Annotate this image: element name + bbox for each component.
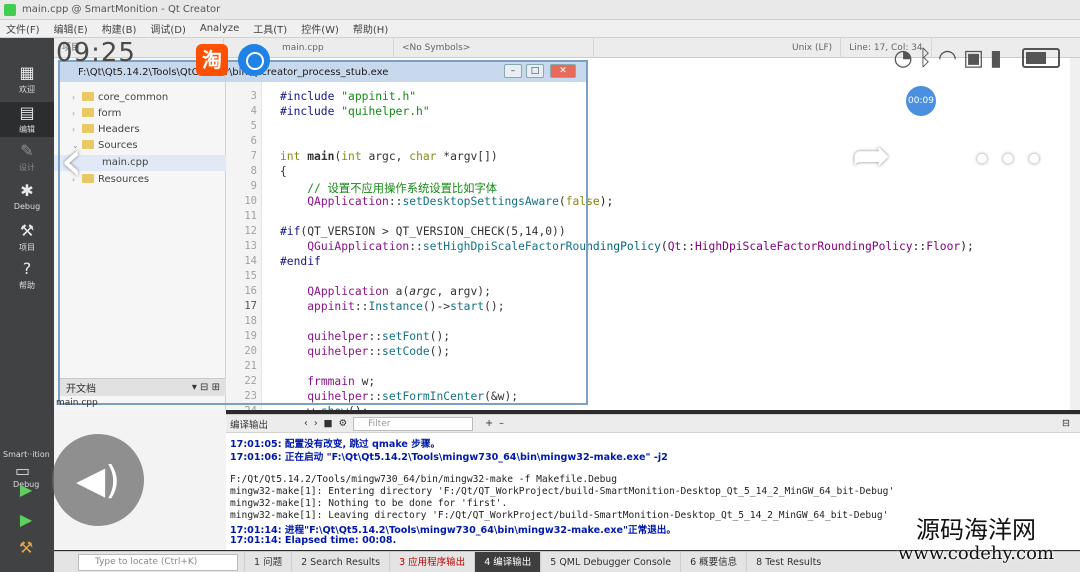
window-titlebar: main.cpp @ SmartMonition - Qt Creator	[0, 0, 1080, 20]
kit-name: Smart··ition	[3, 450, 50, 459]
line-ending[interactable]: Unix (LF)	[784, 37, 842, 58]
browser-app-icon[interactable]	[238, 44, 270, 76]
taobao-app-icon[interactable]: 淘	[196, 44, 228, 76]
mode-label: 帮助	[19, 281, 35, 290]
battery-icon	[1022, 48, 1060, 68]
mode-projects[interactable]: ⚒ 项目	[0, 222, 54, 253]
mode-label: 项目	[19, 243, 35, 252]
open-document-item[interactable]: main.cpp	[56, 398, 98, 408]
menu-edit[interactable]: 编辑(E)	[54, 21, 88, 36]
editor-scrollbar[interactable]	[1070, 58, 1080, 410]
process-window-title: F:\Qt\Qt5.14.2\Tools\QtCreator\bin\qtcre…	[78, 66, 389, 78]
mode-help[interactable]: ? 帮助	[0, 260, 54, 291]
next-icon[interactable]: ›	[314, 418, 318, 429]
output-line: mingw32-make[1]: Nothing to be done for …	[230, 498, 508, 509]
back-chevron-icon[interactable]: ‹	[60, 126, 83, 194]
tab-qml-debugger-console[interactable]: 5 QML Debugger Console	[540, 551, 680, 572]
phone-status-icons: ◔ᛒ◠▣▮	[893, 46, 1008, 71]
output-line: mingw32-make[1]: Leaving directory 'F:/Q…	[230, 510, 889, 521]
recording-timer: 00:09	[906, 86, 936, 116]
share-arrow-icon[interactable]: ➦	[852, 128, 891, 182]
monitor-icon: ▭	[15, 461, 31, 480]
menu-analyze[interactable]: Analyze	[200, 23, 239, 34]
process-stub-window[interactable]: F:\Qt\Qt5.14.2\Tools\QtCreator\bin\qtcre…	[58, 60, 588, 405]
mode-welcome[interactable]: ▦ 欢迎	[0, 64, 54, 95]
stop-icon[interactable]: ■	[324, 418, 333, 429]
tab-search-results[interactable]: 2 Search Results	[291, 551, 389, 572]
locator-input[interactable]: Type to locate (Ctrl+K)	[78, 553, 238, 571]
close-panel-icon[interactable]: ⊟	[1062, 418, 1070, 429]
bluetooth-icon: ᛒ	[918, 46, 938, 71]
tab-application-output[interactable]: 3 应用程序输出	[389, 551, 474, 572]
debug-run-icon[interactable]: ▶	[16, 510, 36, 530]
grid-icon: ▦	[19, 63, 35, 82]
gear-icon[interactable]: ⚙	[339, 418, 348, 429]
output-line: 17:01:14: 进程"F:\Qt\Qt5.14.2\Tools\mingw7…	[230, 525, 676, 536]
line-number: 24	[244, 405, 257, 410]
output-line: 17:01:05: 配置没有改变, 跳过 qmake 步骤。	[230, 439, 441, 450]
open-documents-header[interactable]: 开文档 ▾ ⊟ ⊞	[60, 378, 226, 396]
mode-label: 欢迎	[19, 85, 35, 94]
output-line: mingw32-make[1]: Entering directory 'F:/…	[230, 486, 895, 497]
mode-label: Debug	[13, 202, 41, 211]
edit-icon: ▤	[19, 103, 35, 122]
bug-icon: ✱	[20, 181, 34, 200]
watermark-title: 源码海洋网	[916, 516, 1036, 544]
filter-placeholder: Filter	[368, 418, 391, 429]
signal-icon: ▮	[989, 46, 1008, 71]
menu-file[interactable]: 文件(F)	[6, 21, 40, 36]
output-title: 编译输出	[230, 419, 269, 431]
pencil-icon: ✎	[20, 141, 34, 160]
output-line: 17:01:14: Elapsed time: 00:08.	[230, 535, 397, 546]
file-tab[interactable]: main.cpp	[274, 37, 394, 58]
phone-clock: 09:25	[56, 38, 136, 68]
menu-help[interactable]: 帮助(H)	[353, 21, 388, 36]
more-dots-icon[interactable]: •••	[972, 140, 1050, 180]
remove-icon[interactable]: –	[499, 418, 504, 429]
output-line: 17:01:06: 正在启动 "F:\Qt\Qt5.14.2\Tools\min…	[230, 452, 668, 463]
prev-icon[interactable]: ‹	[304, 418, 308, 429]
hd-icon: ▣	[963, 46, 990, 71]
menu-tools[interactable]: 工具(T)	[253, 21, 287, 36]
maximize-button[interactable]: □	[526, 64, 544, 78]
tab-test-results[interactable]: 8 Test Results	[746, 551, 830, 572]
symbols-dropdown[interactable]: <No Symbols>	[394, 37, 594, 58]
panel-controls-icon[interactable]: ▾ ⊟ ⊞	[192, 382, 220, 393]
output-line: F:/Qt/Qt5.14.2/Tools/mingw730_64/bin/min…	[230, 474, 617, 485]
tab-issues[interactable]: 1 问题	[244, 551, 291, 572]
mode-sidebar: ▦ 欢迎 ▤ 编辑 ✎ 设计 ✱ Debug ⚒ 项目 ? 帮助 Smart··…	[0, 38, 54, 572]
menu-widgets[interactable]: 控件(W)	[301, 21, 339, 36]
open-documents-label: 开文档	[66, 384, 96, 395]
filter-input[interactable]: Filter	[353, 416, 474, 431]
alarm-icon: ◔	[893, 46, 919, 71]
volume-icon[interactable]: ◀)	[52, 434, 144, 526]
add-icon[interactable]: +	[485, 418, 493, 429]
code-line: w.show();	[280, 405, 368, 410]
output-toolbar: 编译输出 ‹ › ■ ⚙ Filter + – ⊟	[226, 415, 1080, 433]
watermark-url: www.codehy.com	[898, 543, 1054, 564]
close-button[interactable]: ✕	[550, 64, 576, 78]
locator-placeholder: Type to locate (Ctrl+K)	[95, 556, 198, 567]
window-title: main.cpp @ SmartMonition - Qt Creator	[22, 4, 221, 15]
site-watermark: 源码海洋网 www.codehy.com	[872, 516, 1080, 564]
wrench-icon: ⚒	[19, 221, 35, 240]
qt-creator-icon	[4, 3, 16, 16]
tab-compile-output[interactable]: 4 编译输出	[474, 551, 541, 572]
help-icon: ?	[22, 259, 32, 278]
tab-general-messages[interactable]: 6 概要信息	[680, 551, 746, 572]
mode-label: 编辑	[19, 125, 35, 134]
wifi-icon: ◠	[937, 46, 964, 71]
mode-edit[interactable]: ▤ 编辑	[0, 102, 54, 137]
build-icon[interactable]: ⚒	[16, 538, 36, 558]
mode-debug[interactable]: ✱ Debug	[0, 181, 54, 212]
menu-build[interactable]: 构建(B)	[102, 21, 137, 36]
mode-design[interactable]: ✎ 设计	[0, 142, 54, 173]
menu-debug[interactable]: 调试(D)	[150, 21, 186, 36]
menu-bar: 文件(F) 编辑(E) 构建(B) 调试(D) Analyze 工具(T) 控件…	[0, 20, 1080, 38]
mode-label: 设计	[19, 163, 35, 172]
run-icon[interactable]: ▶	[16, 480, 36, 500]
minimize-button[interactable]: –	[504, 64, 522, 78]
